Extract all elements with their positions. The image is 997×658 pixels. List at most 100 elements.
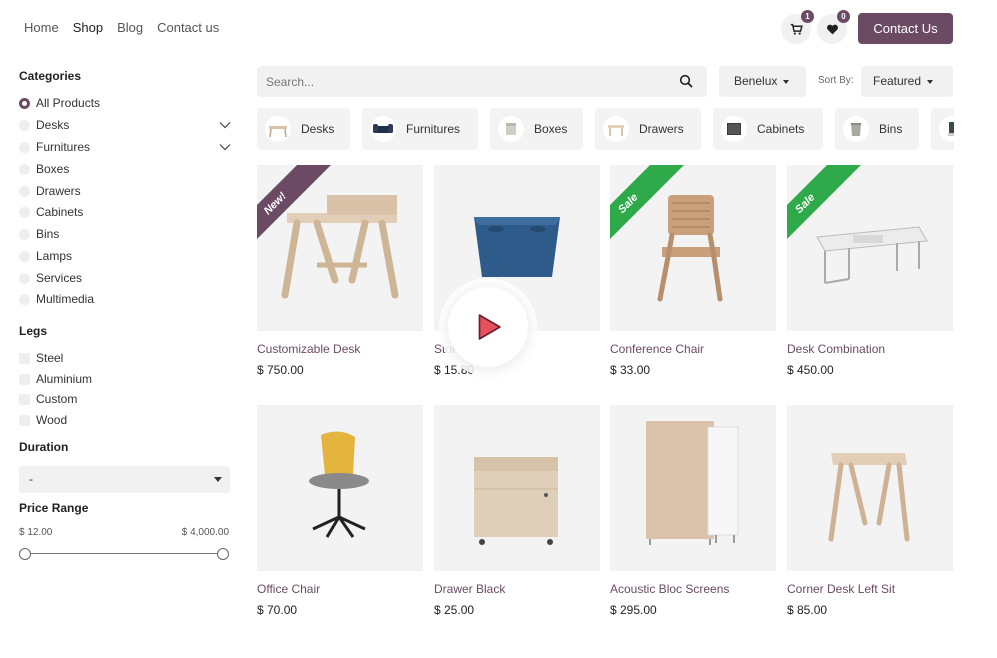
contact-us-button[interactable]: Contact Us [858,13,953,44]
chip-drawers[interactable]: Drawers [595,108,701,150]
checkbox[interactable] [19,414,30,426]
nav-home[interactable]: Home [24,20,59,35]
product-name[interactable]: Office Chair [257,582,320,596]
category-label: All Products [36,96,101,110]
wishlist-count-badge: 0 [837,10,850,23]
product-name[interactable]: Corner Desk Left Sit [787,582,895,596]
category-label: Bins [36,227,60,241]
category-multimedia[interactable]: Multimedia [19,289,231,309]
duration-heading: Duration [19,440,69,454]
category-label: Furnitures [36,140,91,154]
radio[interactable] [19,250,30,262]
price-slider-min-handle[interactable] [19,548,31,560]
product-name[interactable]: Drawer Black [434,582,505,596]
legs-steel[interactable]: Steel [19,348,231,368]
chip-cabinets[interactable]: Cabinets [713,108,823,150]
product-name[interactable]: Desk Combination [787,342,885,356]
region-select[interactable]: Benelux [719,66,806,97]
caret-down-icon [783,79,790,84]
radio[interactable] [19,293,30,305]
radio[interactable] [19,163,30,175]
radio[interactable] [19,185,30,197]
category-label: Services [36,271,83,285]
categories-heading: Categories [19,69,82,83]
caret-down-icon [927,79,934,84]
chevron-down-icon[interactable] [219,141,231,153]
nav-shop[interactable]: Shop [73,20,103,35]
product-image[interactable] [257,405,423,571]
category-bins[interactable]: Bins [19,224,231,244]
product-image[interactable]: New! [257,165,423,331]
chip-bins[interactable]: Bins [835,108,919,150]
price-slider-track[interactable] [25,553,223,554]
product-price: $ 33.00 [610,363,651,377]
top-nav: Home Shop Blog Contact us [24,20,219,35]
duration-value: - [29,472,33,486]
chip-boxes[interactable]: Boxes [490,108,583,150]
legs-aluminium[interactable]: Aluminium [19,369,231,389]
radio[interactable] [19,206,30,218]
category-desks[interactable]: Desks [19,115,231,135]
search-icon[interactable] [679,74,693,88]
product-price: $ 85.00 [787,603,828,617]
category-boxes[interactable]: Boxes [19,159,231,179]
chip-furnitures[interactable]: Furnitures [362,108,478,150]
radio[interactable] [19,228,30,240]
category-label: Drawers [36,184,81,198]
chip-label: Boxes [534,122,568,136]
category-services[interactable]: Services [19,268,231,288]
nav-contact[interactable]: Contact us [157,20,219,35]
category-all-products[interactable]: All Products [19,93,231,113]
product-image[interactable] [787,405,953,571]
product-image[interactable]: Sale [787,165,953,331]
sort-select[interactable]: Featured [861,66,953,97]
duration-select[interactable]: - [19,466,230,493]
video-play-button[interactable] [448,287,528,367]
chip-more[interactable] [931,108,954,150]
product-price: $ 450.00 [787,363,834,377]
price-slider-max-handle[interactable] [217,548,229,560]
bin-thumbnail [843,116,869,142]
category-label: Cabinets [36,205,84,219]
sofa-thumbnail [370,116,396,142]
legs-custom[interactable]: Custom [19,389,231,409]
category-lamps[interactable]: Lamps [19,246,231,266]
chip-label: Furnitures [406,122,461,136]
chip-desks[interactable]: Desks [257,108,350,150]
radio[interactable] [19,119,30,131]
legs-label: Custom [36,392,78,406]
chip-label: Bins [879,122,903,136]
nav-blog[interactable]: Blog [117,20,143,35]
search-bar [257,66,707,97]
radio[interactable] [19,141,30,153]
checkbox[interactable] [19,352,30,364]
category-chips: Desks Furnitures Boxes Drawers Cabinets … [257,108,954,150]
category-cabinets[interactable]: Cabinets [19,202,231,222]
lamp-thumbnail [939,116,954,142]
product-name[interactable]: Acoustic Bloc Screens [610,582,729,596]
price-max: $ 4,000.00 [181,527,229,538]
search-input[interactable] [257,66,657,97]
checkbox[interactable] [19,393,30,405]
wishlist-button[interactable]: 0 [817,10,850,44]
sort-value: Featured [873,74,922,88]
category-label: Desks [36,118,70,132]
sort-by-label: Sort By: [818,75,854,86]
product-image[interactable]: Sale [610,165,776,331]
price-range-heading: Price Range [19,501,89,515]
cart-button[interactable]: 1 [781,10,814,44]
product-name[interactable]: Customizable Desk [257,342,360,356]
product-image[interactable] [610,405,776,571]
product-image[interactable] [434,405,600,571]
radio[interactable] [19,272,30,284]
region-value: Benelux [734,74,778,88]
category-drawers[interactable]: Drawers [19,181,231,201]
legs-wood[interactable]: Wood [19,410,231,430]
category-furnitures[interactable]: Furnitures [19,137,231,157]
product-name[interactable]: Conference Chair [610,342,704,356]
radio-selected[interactable] [19,97,30,109]
checkbox[interactable] [19,373,30,385]
category-label: Lamps [36,249,73,263]
drawer-thumbnail [603,116,629,142]
chevron-down-icon[interactable] [219,119,231,131]
